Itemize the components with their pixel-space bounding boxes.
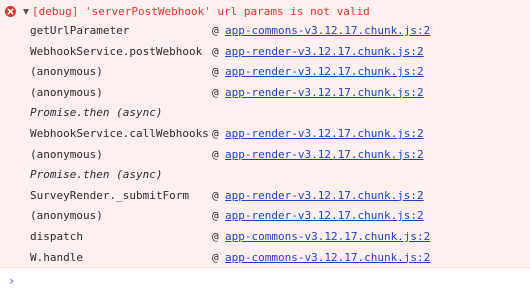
stack-frame-source-link[interactable]: app-render-v3.12.17.chunk.js:2 — [225, 45, 424, 59]
console-input[interactable]: › — [0, 270, 530, 292]
stack-frame: WebhookService.postWebhook @ app-render-v3… — [0, 42, 530, 60]
stack-frame-at: @ — [212, 85, 219, 99]
stack-frame-at: @ — [212, 65, 219, 79]
stack-frame-at: @ — [212, 188, 219, 202]
stack-frame: (anonymous) @ app-render-v3.12.17.chunk.js… — [0, 62, 530, 80]
stack-frame-at: @ — [212, 127, 219, 140]
stack-frame: (anonymous) @ app-render-v3.12.17.chunk.js… — [0, 206, 530, 224]
stack-frame: (anonymous) @ app-render-v3.12.17.chunk.js… — [0, 83, 530, 101]
stack-frame-source-link[interactable]: app-render-v3.12.17.chunk.js:2 — [225, 65, 424, 79]
stack-frame: W.handle @ app-commons-v3.12.17.chunk.js:2 — [0, 248, 530, 266]
stack-frame: SurveyRender._submitForm @ app-render-v3.1… — [0, 186, 530, 204]
stack-frame-at: @ — [212, 230, 219, 243]
stack-frame-source-link[interactable]: app-commons-v3.12.17.chunk.js:2 — [225, 24, 430, 38]
error-circle-icon — [5, 6, 16, 17]
async-separator: Promise.then (async) — [0, 165, 530, 183]
async-separator: Promise.then (async) — [0, 103, 530, 121]
async-label: Promise.then (async) — [30, 168, 163, 182]
stack-frame-source-link[interactable]: app-render-v3.12.17.chunk.js:2 — [225, 127, 424, 141]
stack-frame-function: WebhookService.postWebhook — [30, 44, 203, 58]
stack-frame-source-link[interactable]: app-render-v3.12.17.chunk.js:2 — [225, 148, 424, 162]
console-error-message: [debug] 'serverPostWebhook' url params i… — [0, 0, 530, 268]
stack-frame-source-link[interactable]: app-commons-v3.12.17.chunk.js:2 — [225, 230, 430, 244]
stack-frame-source-link[interactable]: app-render-v3.12.17.chunk.js:2 — [225, 209, 424, 223]
stack-frame-at: @ — [212, 44, 219, 58]
stack-frame-at: @ — [212, 250, 219, 264]
stack-frame-at: @ — [212, 209, 219, 223]
stack-frame-function: (anonymous) — [30, 65, 103, 79]
stack-frame: dispatch @ app-commons-v3.12.17.chunk.js:2 — [0, 227, 530, 245]
stack-frame-function: WebhookService.callWebhooks — [30, 127, 209, 140]
stack-frame: (anonymous) @ app-render-v3.12.17.chunk.js… — [0, 145, 530, 163]
stack-frame-function: dispatch — [30, 230, 83, 243]
stack-frame-source-link[interactable]: app-commons-v3.12.17.chunk.js:2 — [225, 251, 430, 265]
async-label: Promise.then (async) — [30, 106, 163, 120]
stack-frame-at: @ — [212, 147, 219, 161]
stack-frame-source-link[interactable]: app-render-v3.12.17.chunk.js:2 — [225, 86, 424, 100]
caret-down-icon[interactable] — [23, 9, 29, 15]
stack-frame: getUrlParameter @ app-commons-v3.12.17.chu… — [0, 21, 530, 39]
stack-frame-function: W.handle — [30, 250, 83, 264]
chevron-right-icon: › — [8, 274, 16, 288]
stack-frame-function: (anonymous) — [30, 85, 103, 99]
stack-frame-function: getUrlParameter — [30, 24, 130, 37]
stack-frame-function: (anonymous) — [30, 147, 103, 161]
stack-frame-function: SurveyRender._submitForm — [30, 188, 189, 202]
error-message-text[interactable]: [debug] 'serverPostWebhook' url params i… — [32, 5, 370, 19]
stack-frame-source-link[interactable]: app-render-v3.12.17.chunk.js:2 — [225, 189, 424, 203]
stack-frame: WebhookService.callWebhooks @ app-render-v… — [0, 124, 530, 142]
stack-frame-function: (anonymous) — [30, 209, 103, 223]
stack-frame-at: @ — [212, 24, 219, 37]
